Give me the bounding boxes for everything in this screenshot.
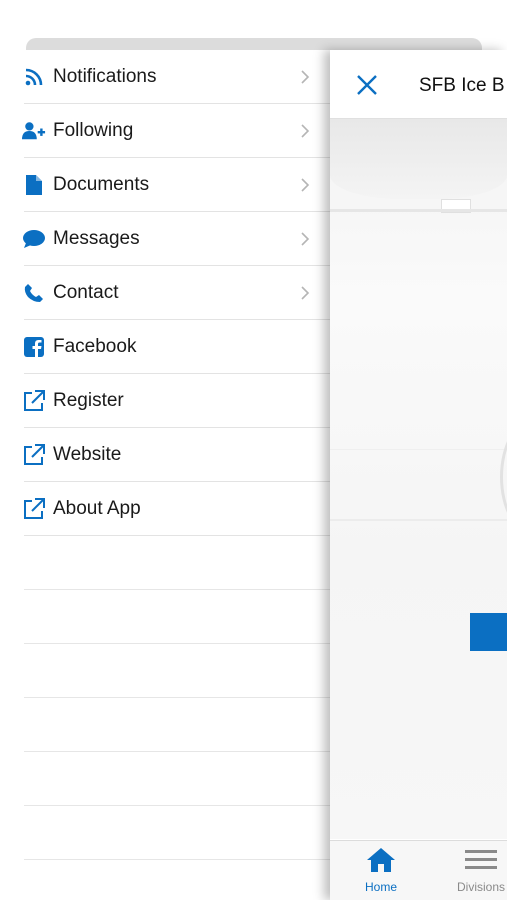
chevron-right-icon — [301, 286, 310, 300]
menu-item-label: Register — [53, 390, 124, 411]
tab-label: Home — [364, 880, 397, 894]
rss-icon — [22, 66, 46, 88]
tree-line — [330, 119, 507, 199]
top-bar: SFB Ice B — [330, 50, 507, 119]
chevron-right-icon — [301, 70, 310, 84]
divider — [24, 751, 332, 752]
external-link-icon — [22, 444, 46, 466]
phone-icon — [22, 282, 46, 304]
home-icon — [367, 848, 395, 872]
menu-item-facebook[interactable]: Facebook — [0, 320, 332, 374]
user-plus-icon — [22, 120, 46, 142]
menu-item-messages[interactable]: Messages — [0, 212, 332, 266]
menu-item-label: Messages — [53, 228, 140, 249]
divider — [24, 805, 332, 806]
fence-line — [330, 209, 507, 212]
side-menu: Notifications Following Documents Messag… — [0, 50, 332, 900]
menu-lines-icon — [465, 850, 497, 869]
menu-item-notifications[interactable]: Notifications — [0, 50, 332, 104]
page-title: SFB Ice B — [419, 75, 505, 96]
menu-item-contact[interactable]: Contact — [0, 266, 332, 320]
chat-bubble-icon — [22, 228, 46, 250]
menu-item-label: Contact — [53, 282, 119, 303]
menu-item-documents[interactable]: Documents — [0, 158, 332, 212]
main-panel: SFB Ice B Home Divisions — [330, 50, 507, 900]
divider — [24, 859, 332, 860]
field-line — [330, 519, 507, 521]
menu-item-about-app[interactable]: About App — [0, 482, 332, 536]
divider — [24, 643, 332, 644]
chevron-right-icon — [301, 232, 310, 246]
menu-item-label: Notifications — [53, 66, 157, 87]
tab-divisions[interactable]: Divisions — [446, 847, 507, 894]
logo-circle — [500, 419, 507, 535]
facebook-icon — [22, 336, 46, 358]
menu-item-following[interactable]: Following — [0, 104, 332, 158]
field-line — [330, 449, 507, 450]
external-link-icon — [22, 498, 46, 520]
hero-image — [330, 119, 507, 839]
divider — [24, 535, 332, 536]
menu-item-label: Following — [53, 120, 134, 141]
document-icon — [22, 174, 46, 196]
menu-item-website[interactable]: Website — [0, 428, 332, 482]
menu-item-label: Facebook — [53, 336, 137, 357]
menu-item-label: About App — [53, 498, 141, 519]
chevron-right-icon — [301, 124, 310, 138]
divider — [24, 589, 332, 590]
menu-item-register[interactable]: Register — [0, 374, 332, 428]
menu-item-label: Documents — [53, 174, 150, 195]
close-icon[interactable] — [356, 74, 378, 96]
chevron-right-icon — [301, 178, 310, 192]
tab-label: Divisions — [456, 880, 505, 894]
tab-bar: Home Divisions — [330, 840, 507, 900]
hero-action-button[interactable] — [470, 613, 507, 651]
divider — [24, 697, 332, 698]
tab-home[interactable]: Home — [346, 847, 416, 894]
menu-item-label: Website — [53, 444, 122, 465]
external-link-icon — [22, 390, 46, 412]
